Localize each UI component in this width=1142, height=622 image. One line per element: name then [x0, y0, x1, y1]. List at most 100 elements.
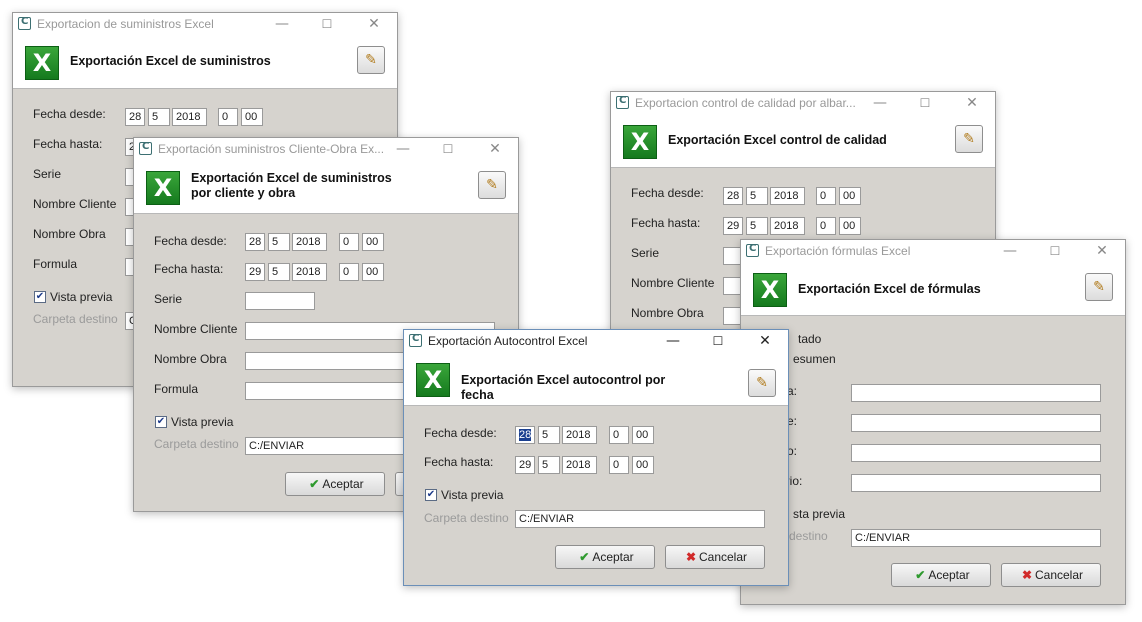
close-button[interactable]: ✕	[754, 332, 776, 350]
close-button[interactable]: ✕	[1091, 242, 1113, 260]
title-bar[interactable]: Exportación Autocontrol Excel — ☐ ✕	[404, 330, 788, 353]
desde-year-field[interactable]: 2018	[172, 108, 207, 126]
serie-field[interactable]	[245, 292, 315, 310]
desde-minute-field[interactable]: 00	[839, 187, 861, 205]
formula-label: Formula	[154, 382, 199, 396]
cross-icon: ✖	[685, 550, 697, 564]
carpeta-destino-field[interactable]: C:/ENVIAR	[851, 529, 1101, 547]
comentario-field[interactable]	[851, 474, 1101, 492]
checkmark-icon: ✔	[309, 477, 320, 491]
cancelar-button[interactable]: ✖ Cancelar	[1001, 563, 1101, 587]
desde-year-field[interactable]: 2018	[292, 233, 327, 251]
desde-day-field[interactable]: 28	[245, 233, 265, 251]
desde-day-field[interactable]: 28	[723, 187, 743, 205]
dialog-heading: Exportación Excel autocontrol por fecha	[461, 373, 665, 403]
desde-month-field[interactable]: 5	[268, 233, 290, 251]
dialog-heading: Exportación Excel de fórmulas	[798, 282, 981, 296]
hasta-hour-field[interactable]: 0	[816, 217, 836, 235]
hasta-minute-field[interactable]: 00	[362, 263, 384, 281]
serie-label: Serie	[631, 246, 660, 260]
window-title: Exportación suministros Cliente-Obra Ex.…	[158, 142, 385, 156]
title-bar[interactable]: Exportacion control de calidad por albar…	[611, 92, 995, 115]
vista-previa-checkbox[interactable]: ✔	[425, 489, 437, 501]
dialog-heading: Exportación Excel de suministros por cli…	[191, 171, 392, 201]
aceptar-button[interactable]: ✔ Aceptar	[285, 472, 385, 496]
aceptar-button[interactable]: ✔ Aceptar	[555, 545, 655, 569]
nombre-obra-label: Nombre Obra	[33, 227, 106, 241]
hasta-hour-field[interactable]: 0	[609, 456, 629, 474]
desde-day-field[interactable]: 28	[515, 426, 535, 444]
close-button[interactable]: ✕	[961, 94, 983, 112]
aceptar-label: Aceptar	[592, 550, 634, 564]
hasta-month-field[interactable]: 5	[746, 217, 768, 235]
edit-pencil-icon: ✎	[963, 131, 975, 147]
nombre-cliente-label: Nombre Cliente	[631, 276, 715, 290]
aceptar-button[interactable]: ✔ Aceptar	[891, 563, 991, 587]
fecha-desde-label: Fecha desde:	[154, 234, 227, 248]
cliente-field[interactable]	[851, 414, 1101, 432]
close-button[interactable]: ✕	[484, 140, 506, 158]
edit-button[interactable]: ✎	[955, 125, 983, 153]
hasta-year-field[interactable]: 2018	[770, 217, 805, 235]
desde-day-field[interactable]: 28	[125, 108, 145, 126]
hasta-year-field[interactable]: 2018	[292, 263, 327, 281]
formula-field[interactable]	[851, 384, 1101, 402]
minimize-button[interactable]: —	[392, 140, 414, 158]
desde-month-field[interactable]: 5	[538, 426, 560, 444]
maximize-button[interactable]: ☐	[707, 332, 729, 350]
hasta-day-field[interactable]: 29	[245, 263, 265, 281]
dialog-heading-line2: fecha	[461, 388, 494, 402]
hasta-month-field[interactable]: 5	[538, 456, 560, 474]
checkmark-icon: ✔	[579, 550, 590, 564]
fecha-hasta-label: Fecha hasta:	[33, 137, 103, 151]
checkmark-icon: ✔	[426, 489, 436, 500]
edit-button[interactable]: ✎	[357, 46, 385, 74]
edit-button[interactable]: ✎	[748, 369, 776, 397]
desde-hour-field[interactable]: 0	[609, 426, 629, 444]
maximize-button[interactable]: ☐	[437, 140, 459, 158]
minimize-button[interactable]: —	[999, 242, 1021, 260]
desde-hour-field[interactable]: 0	[816, 187, 836, 205]
hasta-day-field[interactable]: 29	[515, 456, 535, 474]
minimize-button[interactable]: —	[869, 94, 891, 112]
cancelar-button[interactable]: ✖ Cancelar	[665, 545, 765, 569]
vista-previa-checkbox[interactable]: ✔	[155, 416, 167, 428]
maximize-button[interactable]: ☐	[914, 94, 936, 112]
desde-year-field[interactable]: 2018	[562, 426, 597, 444]
desde-minute-field[interactable]: 00	[632, 426, 654, 444]
title-bar[interactable]: Exportación suministros Cliente-Obra Ex.…	[134, 138, 518, 161]
minimize-button[interactable]: —	[271, 15, 293, 33]
desde-minute-field[interactable]: 00	[241, 108, 263, 126]
edit-button[interactable]: ✎	[1085, 273, 1113, 301]
vista-previa-checkbox[interactable]: ✔	[34, 291, 46, 303]
maximize-button[interactable]: ☐	[1044, 242, 1066, 260]
desde-day-selected: 28	[519, 429, 532, 441]
hasta-month-field[interactable]: 5	[268, 263, 290, 281]
aceptar-label: Aceptar	[322, 477, 364, 491]
hasta-year-field[interactable]: 2018	[562, 456, 597, 474]
title-bar[interactable]: Exportación fórmulas Excel — ☐ ✕	[741, 240, 1125, 263]
hasta-day-field[interactable]: 29	[723, 217, 743, 235]
vista-previa-label: sta previa	[793, 507, 846, 521]
dialog-heading-line1: Exportación Excel autocontrol por	[461, 373, 666, 387]
desde-month-field[interactable]: 5	[148, 108, 170, 126]
edit-button[interactable]: ✎	[478, 171, 506, 199]
desde-month-field[interactable]: 5	[746, 187, 768, 205]
producto-field[interactable]	[851, 444, 1101, 462]
hasta-minute-field[interactable]: 00	[632, 456, 654, 474]
desde-year-field[interactable]: 2018	[770, 187, 805, 205]
desde-minute-field[interactable]: 00	[362, 233, 384, 251]
desde-hour-field[interactable]: 0	[339, 233, 359, 251]
carpeta-destino-field[interactable]: C:/ENVIAR	[515, 510, 765, 528]
close-button[interactable]: ✕	[363, 15, 385, 33]
hasta-minute-field[interactable]: 00	[839, 217, 861, 235]
desde-hour-field[interactable]: 0	[218, 108, 238, 126]
header-banner: X Exportación Excel de suministros ✎	[13, 36, 397, 89]
window-title: Exportacion de suministros Excel	[37, 17, 214, 31]
maximize-button[interactable]: ☐	[316, 15, 338, 33]
window-title: Exportación fórmulas Excel	[765, 244, 911, 258]
hasta-hour-field[interactable]: 0	[339, 263, 359, 281]
window-title: Exportación Autocontrol Excel	[428, 334, 588, 348]
title-bar[interactable]: Exportacion de suministros Excel — ☐ ✕	[13, 13, 397, 36]
minimize-button[interactable]: —	[662, 332, 684, 350]
